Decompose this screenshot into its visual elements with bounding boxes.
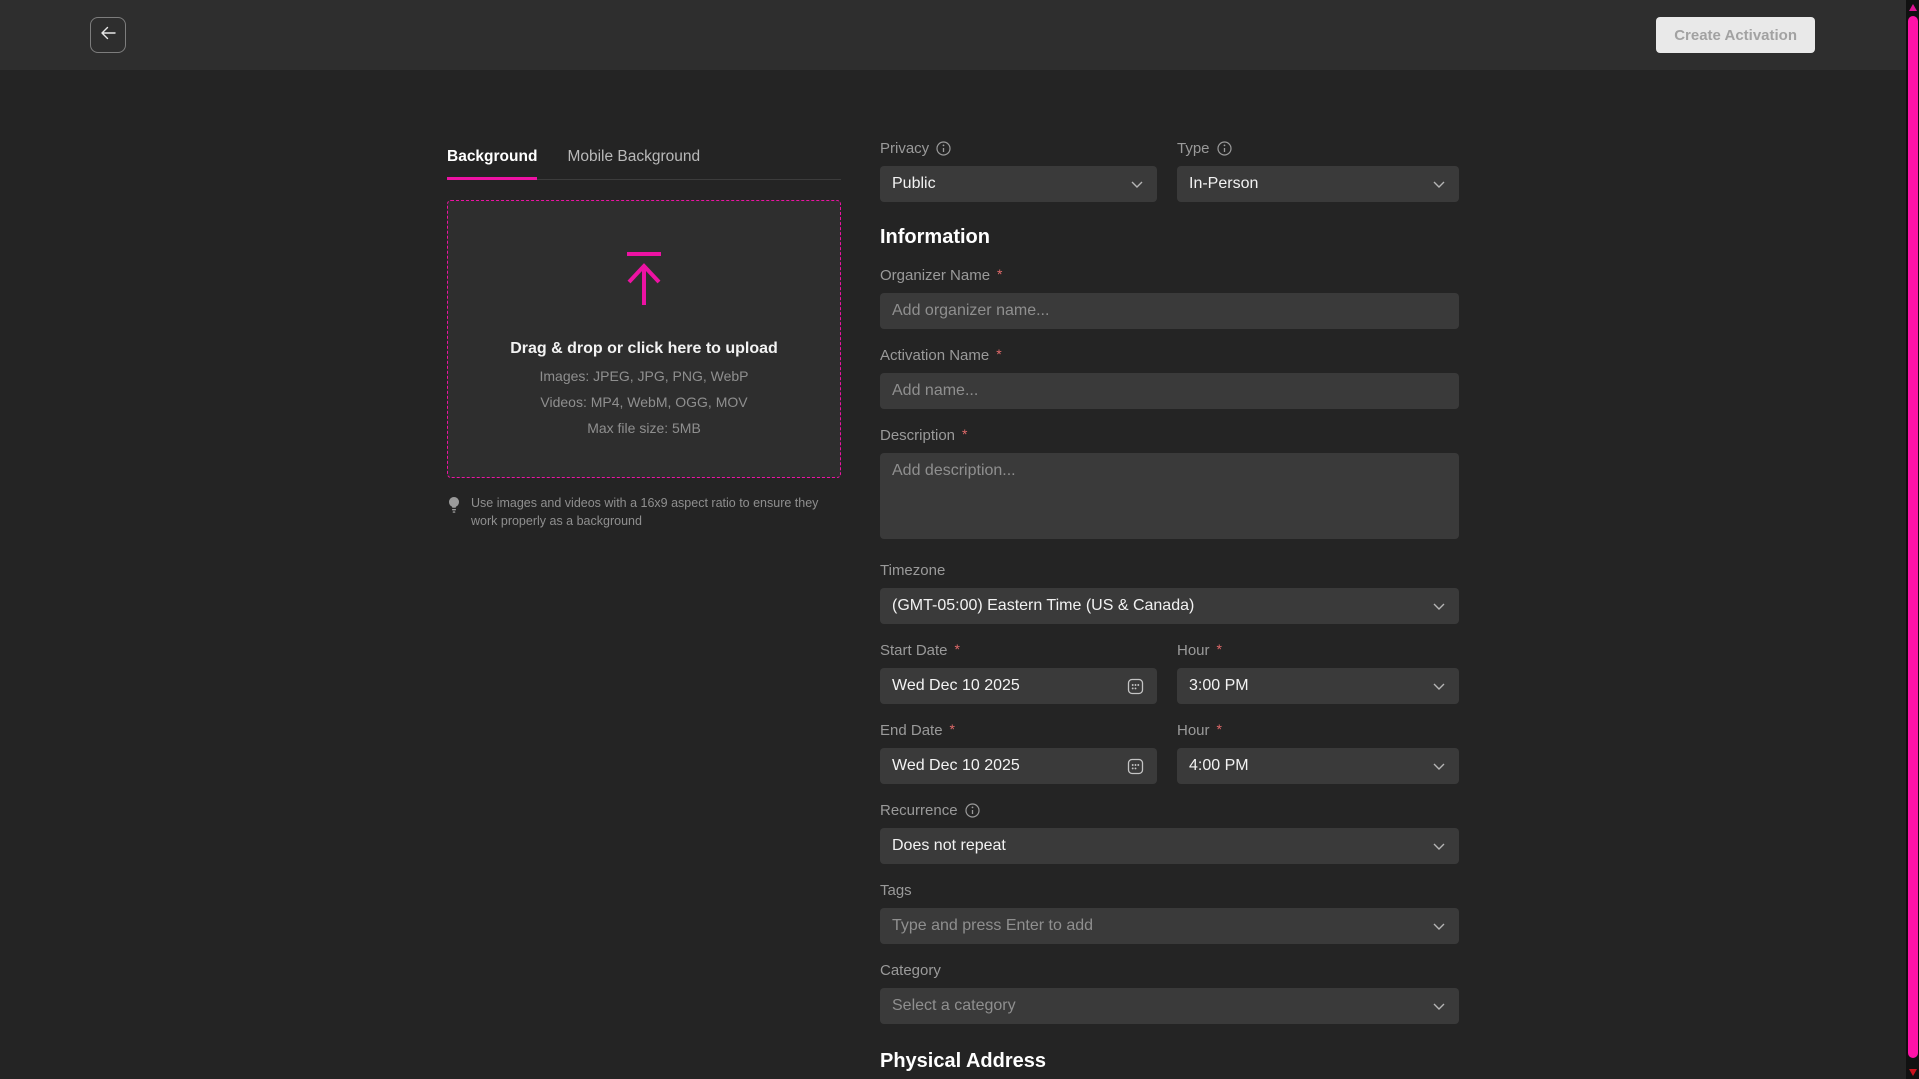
information-heading: Information [880, 226, 1459, 249]
type-select[interactable]: In-Person [1177, 166, 1459, 202]
organizer-name-label: Organizer Name* [880, 267, 1459, 284]
privacy-label: Privacy [880, 140, 1157, 157]
calendar-icon [1126, 677, 1145, 696]
aspect-ratio-tip: Use images and videos with a 16x9 aspect… [447, 494, 827, 530]
info-icon[interactable] [1217, 141, 1232, 156]
description-textarea[interactable] [880, 453, 1459, 539]
media-panel: Background Mobile Background Drag & drop… [447, 148, 841, 530]
dropzone-title: Drag & drop or click here to upload [510, 340, 778, 358]
activation-name-input[interactable] [880, 373, 1459, 409]
start-date-picker[interactable]: Wed Dec 10 2025 [880, 668, 1157, 704]
top-bar: Create Activation [0, 0, 1919, 70]
upload-arrow-icon [621, 251, 667, 314]
chevron-down-icon [1129, 176, 1145, 192]
tab-background[interactable]: Background [447, 148, 537, 180]
start-date-label: Start Date* [880, 642, 1157, 659]
required-asterisk: * [996, 346, 1001, 362]
recurrence-label: Recurrence [880, 802, 1459, 819]
activation-form: Privacy Public Type In-Person [880, 140, 1459, 1079]
tags-label: Tags [880, 882, 1459, 899]
required-asterisk: * [950, 721, 955, 737]
chevron-down-icon [1431, 678, 1447, 694]
chevron-down-icon [1431, 998, 1447, 1014]
chevron-down-icon [1431, 176, 1447, 192]
scroll-down-arrow-icon[interactable] [1909, 1069, 1917, 1076]
tags-input[interactable]: Type and press Enter to add [880, 908, 1459, 944]
info-icon[interactable] [965, 803, 980, 818]
dropzone-max-size: Max file size: 5MB [587, 420, 701, 436]
required-asterisk: * [997, 266, 1002, 282]
scrollbar-thumb[interactable] [1908, 16, 1918, 1058]
back-button[interactable] [90, 17, 126, 53]
category-label: Category [880, 962, 1459, 979]
start-hour-select[interactable]: 3:00 PM [1177, 668, 1459, 704]
dropzone-images-formats: Images: JPEG, JPG, PNG, WebP [539, 368, 748, 384]
type-label: Type [1177, 140, 1459, 157]
required-asterisk: * [955, 641, 960, 657]
lightbulb-icon [447, 494, 461, 530]
activation-name-label: Activation Name* [880, 347, 1459, 364]
required-asterisk: * [962, 426, 967, 442]
dropzone-videos-formats: Videos: MP4, WebM, OGG, MOV [540, 394, 747, 410]
create-activation-button[interactable]: Create Activation [1656, 17, 1815, 53]
chevron-down-icon [1431, 598, 1447, 614]
timezone-label: Timezone [880, 562, 1459, 579]
calendar-icon [1126, 757, 1145, 776]
organizer-name-input[interactable] [880, 293, 1459, 329]
chevron-down-icon [1431, 758, 1447, 774]
info-icon[interactable] [936, 141, 951, 156]
start-hour-label: Hour* [1177, 642, 1459, 659]
end-date-picker[interactable]: Wed Dec 10 2025 [880, 748, 1157, 784]
required-asterisk: * [1217, 721, 1222, 737]
required-asterisk: * [1217, 641, 1222, 657]
timezone-select[interactable]: (GMT-05:00) Eastern Time (US & Canada) [880, 588, 1459, 624]
upload-dropzone[interactable]: Drag & drop or click here to upload Imag… [447, 200, 841, 478]
privacy-select[interactable]: Public [880, 166, 1157, 202]
background-tabs: Background Mobile Background [447, 148, 841, 180]
recurrence-select[interactable]: Does not repeat [880, 828, 1459, 864]
category-select[interactable]: Select a category [880, 988, 1459, 1024]
chevron-down-icon [1431, 838, 1447, 854]
vertical-scrollbar[interactable] [1906, 0, 1919, 1079]
tab-mobile-background[interactable]: Mobile Background [567, 148, 700, 179]
description-label: Description* [880, 427, 1459, 444]
scroll-up-arrow-icon[interactable] [1909, 4, 1917, 11]
arrow-left-icon [98, 23, 118, 48]
end-hour-select[interactable]: 4:00 PM [1177, 748, 1459, 784]
end-hour-label: Hour* [1177, 722, 1459, 739]
end-date-label: End Date* [880, 722, 1157, 739]
physical-address-heading: Physical Address [880, 1050, 1459, 1073]
tip-text: Use images and videos with a 16x9 aspect… [471, 494, 827, 530]
chevron-down-icon [1431, 918, 1447, 934]
